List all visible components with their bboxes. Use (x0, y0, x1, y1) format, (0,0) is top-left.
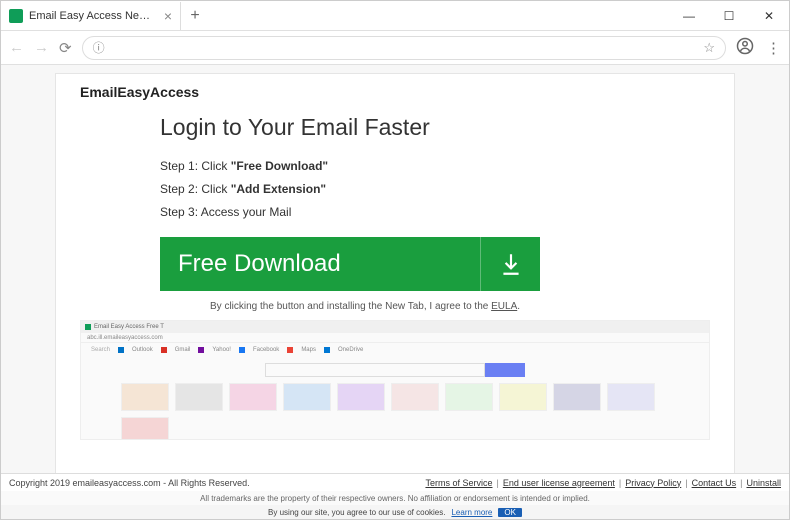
close-window-button[interactable]: ✕ (749, 2, 789, 30)
preview-favicon-icon (85, 324, 91, 330)
brand-title: EmailEasyAccess (80, 84, 710, 100)
footer-links: Terms of Service| End user license agree… (425, 478, 781, 488)
eula-disclaimer: By clicking the button and installing th… (160, 301, 710, 312)
preview-quicklinks: Search Outlook Gmail Yahoo! Facebook Map… (81, 343, 709, 357)
steps-list: Step 1: Click "Free Download" Step 2: Cl… (160, 155, 710, 223)
cookies-ok-button[interactable]: OK (498, 508, 522, 517)
bookmark-star-icon[interactable]: ☆ (703, 40, 715, 56)
eula-link[interactable]: EULA (491, 301, 517, 312)
trademark-notice: All trademarks are the property of their… (1, 491, 789, 505)
reload-button[interactable]: ⟳ (59, 39, 72, 57)
footer-legal: Copyright 2019 emaileasyaccess.com - All… (1, 473, 789, 491)
page-content: pcrisk.com EmailEasyAccess Login to Your… (1, 65, 789, 519)
preview-search-button (485, 363, 525, 377)
headline: Login to Your Email Faster (160, 114, 710, 141)
account-icon[interactable] (736, 37, 754, 59)
link-uninstall[interactable]: Uninstall (746, 478, 781, 488)
download-icon (480, 237, 540, 291)
browser-tab[interactable]: Email Easy Access New Tab exten × (1, 2, 181, 30)
minimize-button[interactable]: — (669, 2, 709, 30)
step-2: Step 2: Click "Add Extension" (160, 178, 710, 201)
forward-button[interactable]: → (34, 39, 49, 56)
step-1: Step 1: Click "Free Download" (160, 155, 710, 178)
link-terms[interactable]: Terms of Service (425, 478, 492, 488)
tab-title: Email Easy Access New Tab exten (29, 10, 154, 22)
copyright: Copyright 2019 emaileasyaccess.com - All… (9, 478, 250, 488)
new-tab-button[interactable]: + (181, 7, 209, 25)
newtab-preview: Email Easy Access Free T abc.ill.emailea… (80, 320, 710, 440)
landing-page: EmailEasyAccess Login to Your Email Fast… (55, 73, 735, 475)
link-privacy[interactable]: Privacy Policy (625, 478, 681, 488)
download-label: Free Download (178, 250, 341, 278)
preview-address: abc.ill.emaileasyaccess.com (81, 333, 709, 343)
site-info-icon[interactable]: ⓘ (93, 39, 105, 56)
tab-close-icon[interactable]: × (164, 8, 172, 24)
link-eula[interactable]: End user license agreement (503, 478, 615, 488)
preview-tiles (81, 383, 709, 440)
preview-searchbar (265, 363, 525, 377)
maximize-button[interactable]: ☐ (709, 2, 749, 30)
address-bar[interactable]: ⓘ ☆ (82, 36, 726, 60)
tab-favicon-icon (9, 9, 23, 23)
browser-toolbar: ← → ⟳ ⓘ ☆ ⋮ (1, 31, 789, 65)
link-contact[interactable]: Contact Us (692, 478, 737, 488)
cookies-learn-more[interactable]: Learn more (451, 508, 492, 517)
step-3: Step 3: Access your Mail (160, 201, 710, 224)
browser-menu-icon[interactable]: ⋮ (766, 39, 781, 57)
free-download-button[interactable]: Free Download (160, 237, 540, 291)
back-button[interactable]: ← (9, 39, 24, 56)
preview-tab-title: Email Easy Access Free T (94, 324, 164, 330)
titlebar: Email Easy Access New Tab exten × + — ☐ … (1, 1, 789, 31)
cookie-bar: By using our site, you agree to our use … (1, 505, 789, 519)
